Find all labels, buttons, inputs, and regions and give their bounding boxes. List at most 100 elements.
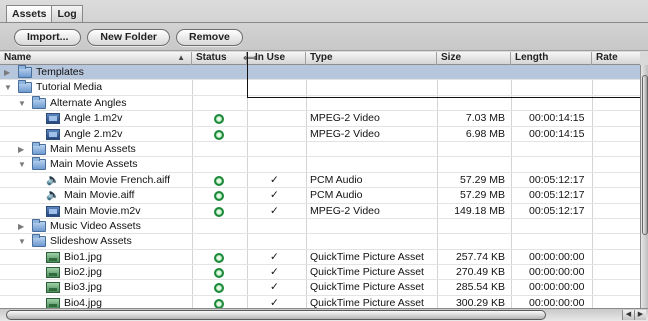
tab-log[interactable]: Log bbox=[51, 5, 83, 23]
disclosure-expanded-icon[interactable]: ▼ bbox=[18, 99, 26, 108]
asset-name: Music Video Assets bbox=[50, 219, 141, 232]
tab-bar: Assets Log bbox=[6, 5, 83, 23]
status-ok-icon bbox=[214, 268, 224, 279]
table-row[interactable]: ▶ Main Menu Assets bbox=[0, 141, 640, 158]
image-file-icon bbox=[46, 267, 60, 279]
sort-ascending-icon: ▲ bbox=[177, 53, 185, 62]
asset-size: 57.29 MB bbox=[460, 173, 505, 186]
asset-length bbox=[529, 142, 591, 156]
scroll-left-arrow-icon[interactable]: ◀ bbox=[622, 310, 634, 320]
new-folder-button[interactable]: New Folder bbox=[87, 29, 171, 46]
asset-name: Templates bbox=[36, 66, 84, 78]
table-row[interactable]: Angle 1.m2v MPEG-2 Video 7.03 MB 00:00:14:1… bbox=[0, 111, 640, 127]
asset-name: Main Movie Assets bbox=[50, 158, 138, 171]
disclosure-collapsed-icon[interactable]: ▶ bbox=[18, 222, 26, 231]
column-header-name[interactable]: Name ▲ bbox=[0, 52, 192, 65]
asset-length: 00:00:00:00 bbox=[529, 266, 585, 279]
disclosure-collapsed-icon[interactable]: ▶ bbox=[18, 145, 26, 154]
asset-name: Angle 1.m2v bbox=[64, 112, 123, 125]
table-row[interactable]: Bio1.jpg ✓ QuickTime Picture Asset 257.74 K… bbox=[0, 250, 640, 266]
disclosure-collapsed-icon[interactable]: ▶ bbox=[4, 69, 12, 77]
status-ok-icon bbox=[214, 191, 224, 202]
asset-length bbox=[529, 219, 591, 233]
asset-length bbox=[529, 234, 591, 248]
remove-button[interactable]: Remove bbox=[176, 29, 243, 46]
column-header-label: Name bbox=[4, 52, 32, 63]
vertical-scroll-thumb[interactable] bbox=[642, 75, 648, 235]
folder-icon bbox=[18, 80, 32, 94]
video-file-icon bbox=[46, 205, 60, 217]
asset-size: 149.18 MB bbox=[454, 204, 505, 217]
table-row[interactable]: ▼ Slideshow Assets bbox=[0, 234, 640, 250]
asset-name: Bio4.jpg bbox=[64, 296, 102, 308]
asset-name: Tutorial Media bbox=[36, 81, 103, 94]
asset-size: 7.03 MB bbox=[465, 112, 505, 125]
asset-size bbox=[437, 234, 505, 248]
tab-assets[interactable]: Assets bbox=[6, 5, 53, 23]
table-row[interactable]: ▶ Music Video Assets bbox=[0, 218, 640, 235]
folder-icon bbox=[32, 218, 46, 232]
asset-length: 00:00:14:15 bbox=[529, 112, 585, 125]
asset-size bbox=[437, 157, 505, 171]
asset-length: 00:00:00:00 bbox=[529, 281, 585, 294]
table-row[interactable]: ▼ Alternate Angles bbox=[0, 95, 640, 112]
asset-size bbox=[437, 142, 505, 156]
asset-size: 270.49 KB bbox=[455, 266, 505, 279]
horizontal-scroll-thumb[interactable] bbox=[6, 310, 546, 320]
disclosure-expanded-icon[interactable]: ▼ bbox=[18, 161, 26, 169]
folder-icon bbox=[32, 141, 46, 155]
asset-type bbox=[310, 157, 435, 171]
in-use-checkmark: ✓ bbox=[270, 266, 279, 279]
horizontal-scrollbar[interactable]: ◀ ▶ bbox=[0, 308, 648, 321]
in-use-checkmark: ✓ bbox=[270, 281, 279, 294]
asset-type: QuickTime Picture Asset bbox=[310, 296, 424, 308]
asset-size: 6.98 MB bbox=[465, 127, 505, 140]
table-row[interactable]: 🔈 Main Movie.aiff ✓ PCM Audio 57.29 MB 00:05:… bbox=[0, 188, 640, 204]
status-ok-icon bbox=[214, 129, 224, 140]
table-row[interactable]: Bio3.jpg ✓ QuickTime Picture Asset 285.54 K… bbox=[0, 280, 640, 296]
table-row[interactable]: 🔈 Main Movie French.aiff ✓ PCM Audio 57.29 M… bbox=[0, 173, 640, 189]
video-file-icon bbox=[46, 113, 60, 125]
table-row[interactable]: ▼ Main Movie Assets bbox=[0, 157, 640, 173]
asset-length: 00:00:00:00 bbox=[529, 296, 585, 308]
asset-type: QuickTime Picture Asset bbox=[310, 250, 424, 263]
asset-toolbar-area: Assets Log Import... New Folder Remove bbox=[0, 0, 648, 51]
table-body: ▶ Templates ▼ Tutorial Media ▼ Alternate Angl… bbox=[0, 65, 640, 308]
asset-type bbox=[310, 234, 435, 248]
status-ok-icon bbox=[214, 298, 224, 308]
table-row[interactable]: Bio2.jpg ✓ QuickTime Picture Asset 270.49 K… bbox=[0, 265, 640, 281]
in-use-checkmark bbox=[270, 142, 284, 156]
status-ok-icon bbox=[214, 175, 224, 186]
table-row[interactable]: Angle 2.m2v MPEG-2 Video 6.98 MB 00:00:14:1… bbox=[0, 127, 640, 142]
status-ok-icon bbox=[214, 206, 224, 217]
asset-length bbox=[529, 157, 591, 171]
asset-name: Main Movie.m2v bbox=[64, 204, 141, 217]
asset-size: 57.29 MB bbox=[460, 189, 505, 202]
vertical-scrollbar[interactable] bbox=[640, 65, 648, 308]
in-use-checkmark: ✓ bbox=[270, 204, 279, 217]
import-button[interactable]: Import... bbox=[14, 29, 82, 46]
disclosure-expanded-icon[interactable]: ▼ bbox=[4, 84, 12, 92]
in-use-checkmark bbox=[270, 157, 284, 171]
image-file-icon bbox=[46, 282, 60, 294]
asset-size: 285.54 KB bbox=[455, 281, 505, 294]
drag-insertion-indicator bbox=[247, 52, 648, 98]
in-use-checkmark bbox=[270, 111, 284, 125]
asset-length: 00:00:14:15 bbox=[529, 127, 585, 140]
table-row[interactable]: Main Movie.m2v ✓ MPEG-2 Video 149.18 MB 00:0… bbox=[0, 204, 640, 219]
folder-icon bbox=[18, 65, 32, 78]
disclosure-expanded-icon[interactable]: ▼ bbox=[18, 238, 26, 246]
table-row[interactable]: Bio4.jpg ✓ QuickTime Picture Asset 300.29 K… bbox=[0, 296, 640, 308]
asset-type: MPEG-2 Video bbox=[310, 204, 380, 217]
in-use-checkmark: ✓ bbox=[270, 189, 279, 202]
in-use-checkmark: ✓ bbox=[270, 250, 279, 263]
toolbar: Import... New Folder Remove bbox=[14, 29, 243, 46]
asset-size bbox=[437, 219, 505, 233]
in-use-checkmark bbox=[270, 127, 284, 141]
asset-length: 00:05:12:17 bbox=[529, 189, 585, 202]
asset-type: PCM Audio bbox=[310, 173, 363, 186]
asset-name: Alternate Angles bbox=[50, 96, 127, 109]
scroll-right-arrow-icon[interactable]: ▶ bbox=[634, 310, 646, 320]
status-ok-icon bbox=[214, 114, 224, 125]
column-header-status[interactable]: Status bbox=[192, 52, 247, 65]
